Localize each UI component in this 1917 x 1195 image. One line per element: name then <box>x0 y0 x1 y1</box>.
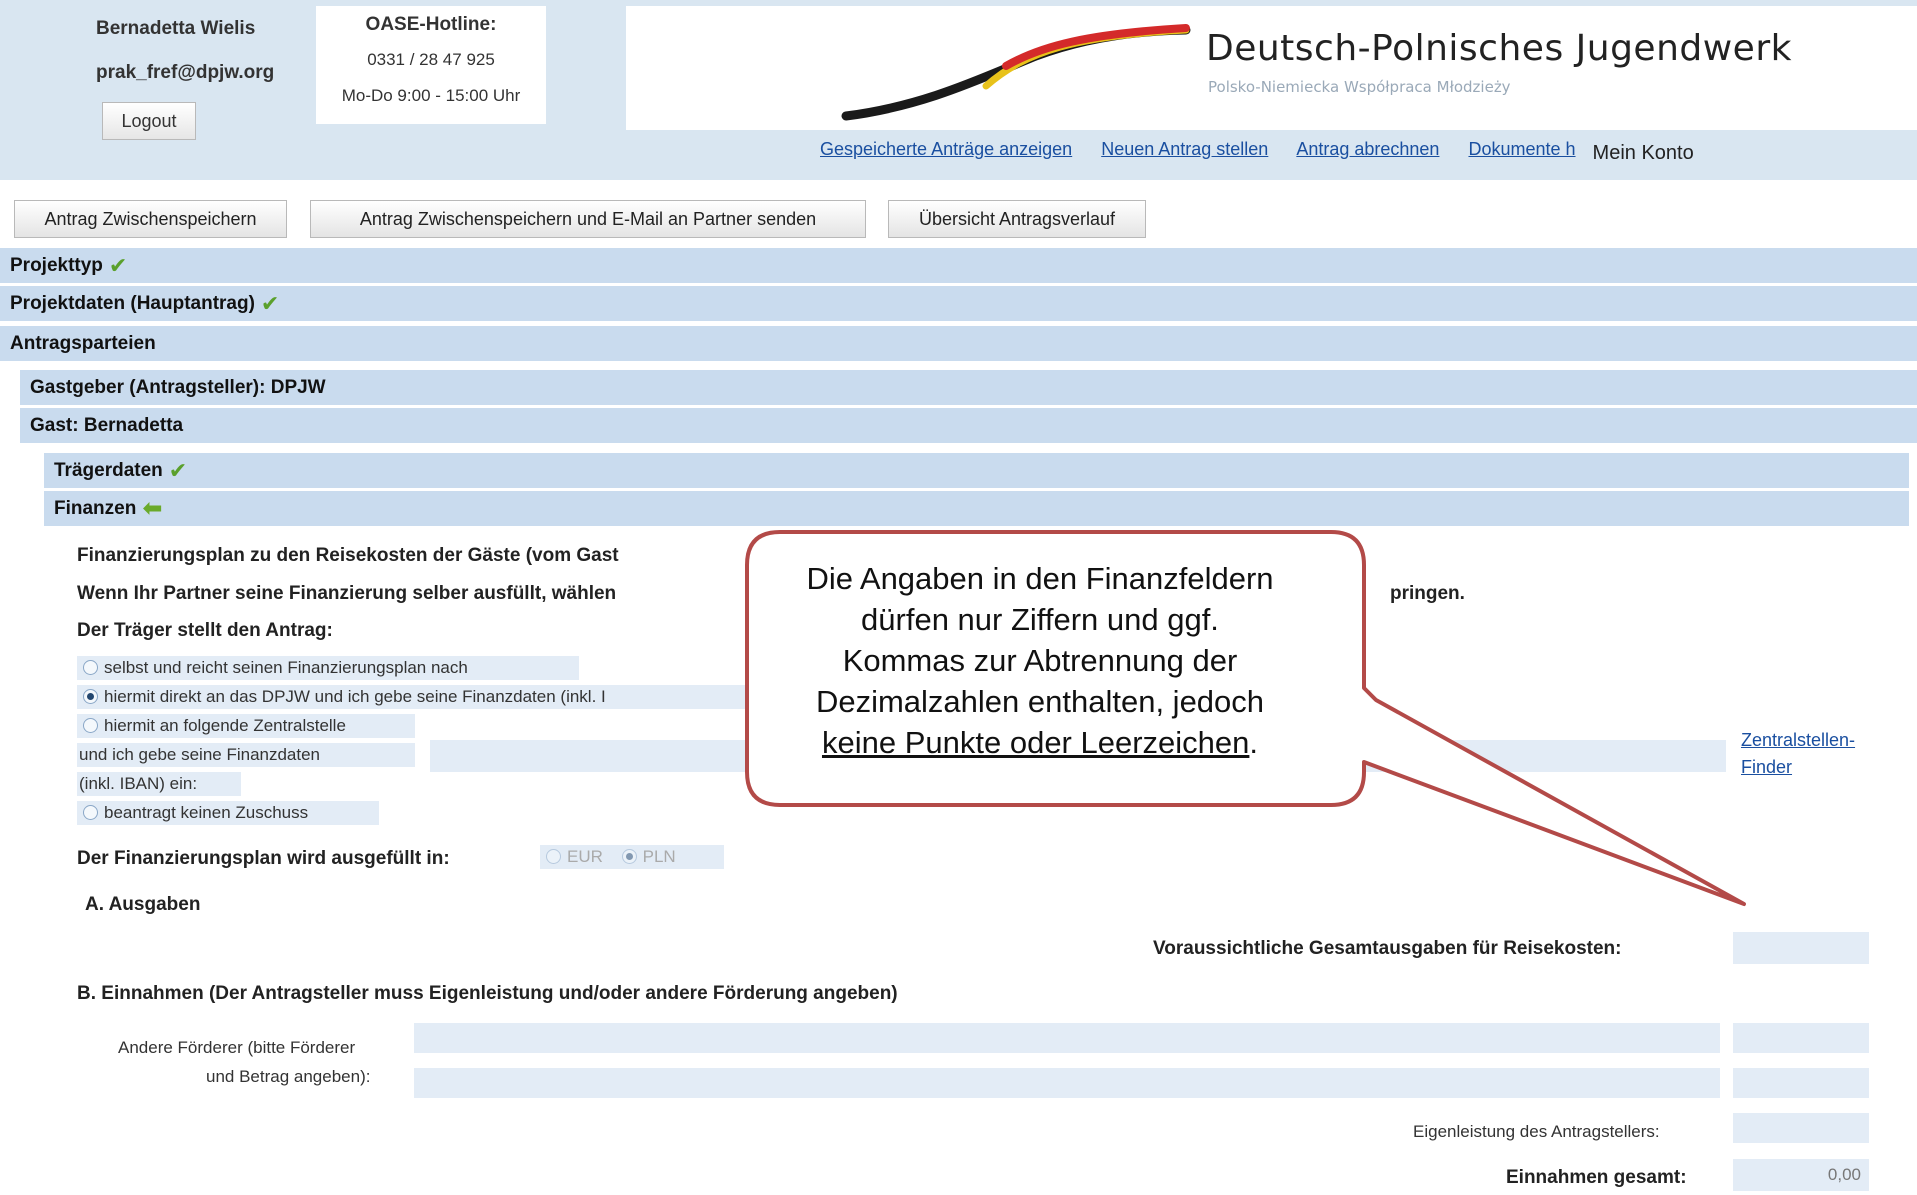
arrow-left-icon: ⬅ <box>142 495 163 522</box>
nav-settle-application[interactable]: Antrag abrechnen <box>1296 139 1439 159</box>
other-funder-amount-1[interactable] <box>1733 1023 1869 1053</box>
history-overview-button[interactable]: Übersicht Antragsverlauf <box>888 200 1146 238</box>
central-office-line3: (inkl. IBAN) ein: <box>77 772 241 796</box>
callout-text: Die Angaben in den Finanzfeldern dürfen … <box>806 561 1274 760</box>
income-heading: B. Einnahmen (Der Antragsteller muss Eig… <box>77 983 898 1004</box>
currency-selector: EUR PLN <box>540 845 724 869</box>
checkmark-icon: ✔ <box>108 252 128 278</box>
section-label: Finanzen <box>54 497 137 519</box>
applicant-label: Der Träger stellt den Antrag: <box>77 620 333 641</box>
page-header: Bernadetta Wielis prak_fref@dpjw.org Log… <box>0 0 1917 180</box>
logo-banner: Deutsch-Polnisches Jugendwerk Polsko-Nie… <box>626 6 1917 130</box>
nav-documents[interactable]: Dokumente h <box>1468 139 1575 159</box>
radio-pln[interactable] <box>621 849 637 864</box>
save-and-email-button[interactable]: Antrag Zwischenspeichern und E-Mail an P… <box>310 200 866 238</box>
section-gastgeber[interactable]: Gastgeber (Antragsteller): DPJW <box>20 370 1917 406</box>
section-label: Trägerdaten <box>54 459 163 481</box>
dpjw-logo-icon <box>841 24 1191 121</box>
own-contribution-input[interactable] <box>1733 1113 1869 1143</box>
logout-button[interactable]: Logout <box>102 102 196 140</box>
section-antragsparteien[interactable]: Antragsparteien <box>0 326 1917 362</box>
other-funder-name-1[interactable] <box>414 1023 1720 1053</box>
section-label: Projekttyp <box>10 254 103 276</box>
option-self[interactable]: selbst und reicht seinen Finanzierungspl… <box>77 656 579 680</box>
income-total-value: 0,00 <box>1733 1159 1869 1191</box>
radio-direct-dpjw[interactable] <box>83 689 98 704</box>
section-label: Antragsparteien <box>10 332 156 354</box>
plan-heading: Finanzierungsplan zu den Reisekosten der… <box>77 545 619 566</box>
central-office-line2: und ich gebe seine Finanzdaten <box>77 743 415 767</box>
radio-eur[interactable] <box>546 849 561 864</box>
section-traegerdaten[interactable]: Trägerdaten ✔ <box>44 453 1909 489</box>
radio-central-office[interactable] <box>83 718 98 733</box>
income-total-label: Einnahmen gesamt: <box>1506 1167 1687 1188</box>
section-label: Gast: Bernadetta <box>30 414 184 436</box>
other-funders-label-2: und Betrag angeben): <box>206 1067 371 1086</box>
partner-note: Wenn Ihr Partner seine Finanzierung selb… <box>77 583 617 604</box>
hotline-title: OASE-Hotline: <box>365 14 497 35</box>
other-funder-name-2[interactable] <box>414 1068 1720 1098</box>
option-no-grant[interactable]: beantragt keinen Zuschuss <box>77 801 379 825</box>
expected-total-label: Voraussichtliche Gesamtausgaben für Reis… <box>1153 938 1622 959</box>
org-name: Deutsch-Polnisches Jugendwerk <box>1206 28 1792 69</box>
hotline-box: OASE-Hotline: 0331 / 28 47 925 Mo-Do 9:0… <box>316 6 546 124</box>
nav-saved-applications[interactable]: Gespeicherte Anträge anzeigen <box>820 139 1072 159</box>
section-projektdaten[interactable]: Projektdaten (Hauptantrag) ✔ <box>0 286 1917 322</box>
hotline-phone: 0331 / 28 47 925 <box>367 50 495 69</box>
my-account-link[interactable]: Mein Konto <box>1593 142 1694 164</box>
option-central-office[interactable]: hiermit an folgende Zentralstelle <box>77 714 415 738</box>
central-finder-link[interactable]: Zentralstellen- Finder <box>1741 730 1855 778</box>
expected-total-input[interactable] <box>1733 932 1869 964</box>
callout-emphasis: keine Punkte oder Leerzeichen <box>821 725 1250 760</box>
section-label: Projektdaten (Hauptantrag) <box>10 292 255 314</box>
radio-no-grant[interactable] <box>83 805 98 820</box>
checkmark-icon: ✔ <box>260 290 280 316</box>
checkmark-icon: ✔ <box>168 457 188 483</box>
save-draft-button[interactable]: Antrag Zwischenspeichern <box>14 200 287 238</box>
user-name: Bernadetta Wielis <box>96 18 256 39</box>
top-nav: Gespeicherte Anträge anzeigen Neuen Antr… <box>820 138 1694 164</box>
own-contribution-label: Eigenleistung des Antragstellers: <box>1413 1122 1660 1141</box>
partner-note-end: pringen. <box>1390 583 1465 604</box>
section-finanzen[interactable]: Finanzen ⬅ <box>44 491 1909 527</box>
section-label: Gastgeber (Antragsteller): DPJW <box>30 376 326 398</box>
nav-new-application[interactable]: Neuen Antrag stellen <box>1101 139 1268 159</box>
option-direct-dpjw[interactable]: hiermit direkt an das DPJW und ich gebe … <box>77 685 747 709</box>
section-gast[interactable]: Gast: Bernadetta <box>20 408 1917 444</box>
other-funder-amount-2[interactable] <box>1733 1068 1869 1098</box>
action-toolbar: Antrag Zwischenspeichern Antrag Zwischen… <box>0 180 1917 252</box>
expenses-heading: A. Ausgaben <box>85 894 201 915</box>
section-projekttyp[interactable]: Projekttyp ✔ <box>0 248 1917 284</box>
user-email: prak_fref@dpjw.org <box>96 62 275 83</box>
hotline-hours: Mo-Do 9:00 - 15:00 Uhr <box>341 86 521 105</box>
currency-label: Der Finanzierungsplan wird ausgefüllt in… <box>77 848 450 869</box>
other-funders-label-1: Andere Förderer (bitte Förderer <box>118 1038 356 1057</box>
org-subtitle: Polsko-Niemiecka Współpraca Młodzieży <box>1208 78 1511 96</box>
radio-self[interactable] <box>83 660 98 675</box>
